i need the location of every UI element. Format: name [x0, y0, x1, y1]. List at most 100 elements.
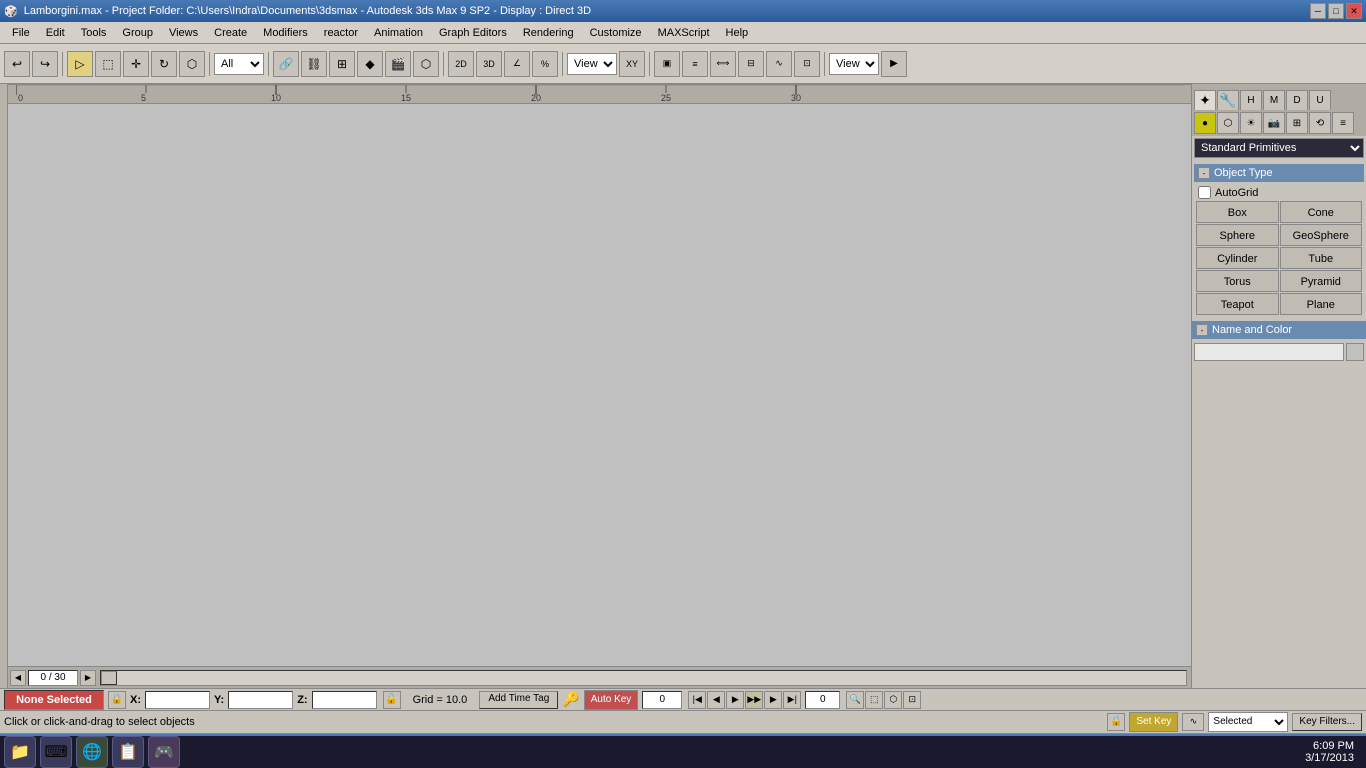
tab-create[interactable]: ✦ [1194, 90, 1216, 110]
panel-spacewarps-btn[interactable]: ⟲ [1309, 112, 1331, 134]
move-tool[interactable]: ✛ [123, 51, 149, 77]
bind-tool[interactable]: ⊞ [329, 51, 355, 77]
prev-frame-btn[interactable]: ◀ [707, 691, 725, 709]
object-type-collapse[interactable]: - [1198, 167, 1210, 179]
taskbar-icon-maxscript[interactable]: 🎮 [148, 736, 180, 768]
menu-rendering[interactable]: Rendering [515, 25, 582, 41]
set-key-button[interactable]: Set Key [1129, 712, 1178, 732]
unlink-tool[interactable]: ⛓ [301, 51, 327, 77]
name-color-collapse[interactable]: - [1196, 324, 1208, 336]
taskbar-icon-keyboard[interactable]: ⌨ [40, 736, 72, 768]
auto-key-button[interactable]: Auto Key [584, 690, 639, 710]
close-button[interactable]: ✕ [1346, 3, 1362, 19]
frame-counter[interactable] [28, 670, 78, 686]
menu-views[interactable]: Views [161, 25, 206, 41]
menu-file[interactable]: File [4, 25, 38, 41]
link-tool[interactable]: 🔗 [273, 51, 299, 77]
tab-hierarchy[interactable]: H [1240, 90, 1262, 110]
menu-animation[interactable]: Animation [366, 25, 431, 41]
view-mode-btn[interactable]: XY [619, 51, 645, 77]
percent-snap[interactable]: % [532, 51, 558, 77]
key-filters-button[interactable]: Key Filters... [1292, 713, 1362, 731]
menu-tools[interactable]: Tools [73, 25, 115, 41]
autogrid-checkbox[interactable] [1198, 186, 1211, 199]
menu-customize[interactable]: Customize [582, 25, 650, 41]
maximize-button[interactable]: □ [1328, 3, 1344, 19]
panel-cameras-btn[interactable]: 📷 [1263, 112, 1285, 134]
object-name-input[interactable] [1194, 343, 1344, 361]
frame-slider-thumb[interactable] [101, 671, 117, 685]
taskbar-icon-browser[interactable]: 🌐 [76, 736, 108, 768]
add-time-tag-btn[interactable]: Add Time Tag [479, 691, 558, 709]
coord-lock-btn[interactable]: 🔓 [383, 691, 401, 709]
panel-systems-btn[interactable]: ≡ [1332, 112, 1354, 134]
next-frame-btn[interactable]: ▶ [764, 691, 782, 709]
y-coord-input[interactable]: 111.141 [228, 691, 293, 709]
tab-utilities[interactable]: U [1309, 90, 1331, 110]
taskbar-icon-folder[interactable]: 📁 [4, 736, 36, 768]
curve-editor-btn[interactable]: ∿ [766, 51, 792, 77]
menu-modifiers[interactable]: Modifiers [255, 25, 316, 41]
view-dropdown[interactable]: View [567, 53, 617, 75]
cylinder-btn[interactable]: Cylinder [1196, 247, 1279, 269]
torus-btn[interactable]: Torus [1196, 270, 1279, 292]
undo-button[interactable]: ↩ [4, 51, 30, 77]
menu-create[interactable]: Create [206, 25, 255, 41]
scale-tool[interactable]: ⬡ [179, 51, 205, 77]
panel-helpers-btn[interactable]: ⊞ [1286, 112, 1308, 134]
layer-btn[interactable]: ≡ [682, 51, 708, 77]
z-coord-input[interactable]: 0.0 [312, 691, 377, 709]
render2-tool[interactable]: ⬡ [413, 51, 439, 77]
schematic-btn[interactable]: ⊡ [794, 51, 820, 77]
named-select[interactable]: ▣ [654, 51, 680, 77]
geosphere-btn[interactable]: GeoSphere [1280, 224, 1363, 246]
menu-edit[interactable]: Edit [38, 25, 73, 41]
timeline-prev-btn[interactable]: ◀ [10, 670, 26, 686]
pan-btn[interactable]: ⬡ [884, 691, 902, 709]
selected-dropdown[interactable]: Selected [1208, 712, 1288, 732]
standard-primitives-dropdown[interactable]: Standard Primitives [1194, 138, 1364, 158]
select-region-tool[interactable]: ⬚ [95, 51, 121, 77]
filter-dropdown[interactable]: All [214, 53, 264, 75]
tab-motion[interactable]: M [1263, 90, 1285, 110]
cone-btn[interactable]: Cone [1280, 201, 1363, 223]
panel-geometry-btn[interactable]: ● [1194, 112, 1216, 134]
render-tool[interactable]: 🎬 [385, 51, 411, 77]
key-curve-btn[interactable]: ∿ [1182, 713, 1204, 731]
tab-modify[interactable]: 🔧 [1217, 90, 1239, 110]
rotate-tool[interactable]: ↻ [151, 51, 177, 77]
zoom-out-btn[interactable]: ⬚ [865, 691, 883, 709]
play-fwd-btn[interactable]: ▶▶ [745, 691, 763, 709]
lock-icon[interactable]: 🔒 [108, 691, 126, 709]
panel-lights-btn[interactable]: ☀ [1240, 112, 1262, 134]
material-tool[interactable]: ◆ [357, 51, 383, 77]
play-back-btn[interactable]: ▶ [726, 691, 744, 709]
play-end-btn[interactable]: ▶| [783, 691, 801, 709]
taskbar-icon-clipboard[interactable]: 📋 [112, 736, 144, 768]
align-btn[interactable]: ⊟ [738, 51, 764, 77]
tube-btn[interactable]: Tube [1280, 247, 1363, 269]
snap-2d[interactable]: 2D [448, 51, 474, 77]
teapot-btn[interactable]: Teapot [1196, 293, 1279, 315]
tab-display[interactable]: D [1286, 90, 1308, 110]
end-frame-input[interactable] [805, 691, 840, 709]
select-tool[interactable]: ▷ [67, 51, 93, 77]
mirror-btn[interactable]: ⟺ [710, 51, 736, 77]
frame-slider[interactable] [100, 670, 1187, 686]
panel-shapes-btn[interactable]: ⬡ [1217, 112, 1239, 134]
x-coord-input[interactable]: 33.804 [145, 691, 210, 709]
prompt-lock-btn[interactable]: 🔒 [1107, 713, 1125, 731]
angle-snap[interactable]: ∠ [504, 51, 530, 77]
timeline-next-btn[interactable]: ▶ [80, 670, 96, 686]
zoom-extents-btn[interactable]: ⊡ [903, 691, 921, 709]
sphere-btn[interactable]: Sphere [1196, 224, 1279, 246]
quick-render[interactable]: ▶ [881, 51, 907, 77]
menu-group[interactable]: Group [114, 25, 161, 41]
play-start-btn[interactable]: |◀ [688, 691, 706, 709]
menu-help[interactable]: Help [718, 25, 757, 41]
object-color-swatch[interactable] [1346, 343, 1364, 361]
menu-graph-editors[interactable]: Graph Editors [431, 25, 515, 41]
frame-number-input[interactable] [642, 691, 682, 709]
pyramid-btn[interactable]: Pyramid [1280, 270, 1363, 292]
snap-3d[interactable]: 3D [476, 51, 502, 77]
